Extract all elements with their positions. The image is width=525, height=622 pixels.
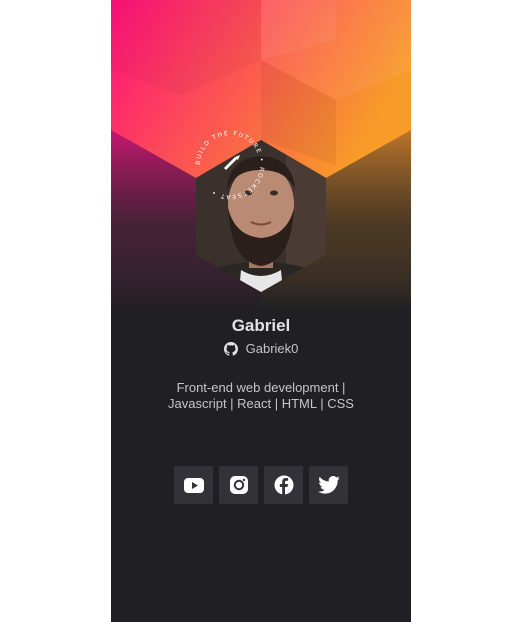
youtube-button[interactable] bbox=[174, 466, 213, 504]
github-username: Gabriek0 bbox=[245, 341, 299, 356]
profile-card: BUILD THE FUTURE • ROCKETSEAT • Gabriel … bbox=[111, 0, 411, 622]
profile-name: Gabriel bbox=[231, 316, 291, 335]
instagram-icon bbox=[229, 476, 248, 494]
youtube-icon bbox=[183, 477, 204, 493]
twitter-button[interactable] bbox=[309, 466, 348, 504]
github-icon bbox=[223, 341, 238, 356]
social-links bbox=[111, 466, 411, 504]
facebook-button[interactable] bbox=[264, 466, 303, 504]
instagram-button[interactable] bbox=[219, 466, 258, 504]
twitter-icon bbox=[317, 476, 340, 494]
facebook-icon bbox=[274, 475, 293, 495]
bio-line-1: Front-end web development | bbox=[176, 380, 346, 395]
profile-bio: Front-end web development | Javascript |… bbox=[141, 380, 381, 412]
github-link[interactable]: Gabriek0 bbox=[111, 341, 411, 356]
rocketseat-stamp: BUILD THE FUTURE • ROCKETSEAT • bbox=[195, 130, 264, 200]
bio-line-2: Javascript | React | HTML | CSS bbox=[168, 396, 354, 411]
